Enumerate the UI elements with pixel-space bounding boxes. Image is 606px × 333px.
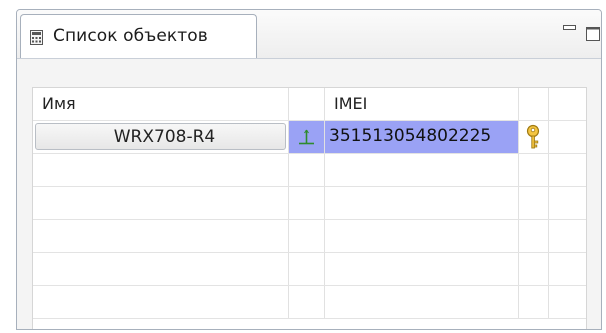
table-row-empty (33, 253, 586, 286)
object-name-button[interactable]: WRX708-R4 (35, 123, 286, 150)
table-row[interactable]: WRX708-R4 351513054802225 (33, 121, 586, 154)
imei-value: 351513054802225 (329, 126, 492, 146)
column-header-status[interactable] (289, 88, 325, 121)
imei-cell[interactable]: 351513054802225 (325, 121, 519, 154)
object-name: WRX708-R4 (113, 127, 216, 147)
column-header-key[interactable] (519, 88, 549, 121)
status-cell[interactable] (289, 121, 325, 154)
key-cell[interactable] (519, 121, 549, 154)
table-row-empty (33, 286, 586, 319)
table-header: Имя IMEI (33, 88, 586, 121)
extra-cell (549, 121, 586, 154)
objects-table: Имя IMEI WRX708-R4 351513054802225 (32, 87, 587, 329)
column-header-extra[interactable] (549, 88, 586, 121)
table-row-empty (33, 220, 586, 253)
tab-object-list[interactable]: Список объектов (20, 14, 257, 58)
column-header-imei[interactable]: IMEI (325, 88, 519, 121)
table-row-empty (33, 187, 586, 220)
tab-bar: Список объектов (17, 10, 601, 59)
tab-title: Список объектов (53, 26, 208, 46)
calculator-icon (30, 30, 43, 45)
maximize-icon[interactable] (586, 27, 600, 41)
objects-panel: Список объектов Имя IMEI WRX708-R4 35151… (16, 9, 602, 330)
antenna-icon (299, 129, 314, 145)
name-cell[interactable]: WRX708-R4 (33, 121, 289, 154)
table-row-empty (33, 154, 586, 187)
column-header-name[interactable]: Имя (33, 88, 289, 121)
minimize-icon[interactable] (563, 25, 576, 31)
key-icon (526, 124, 540, 149)
panel-content: Имя IMEI WRX708-R4 351513054802225 (17, 59, 601, 329)
